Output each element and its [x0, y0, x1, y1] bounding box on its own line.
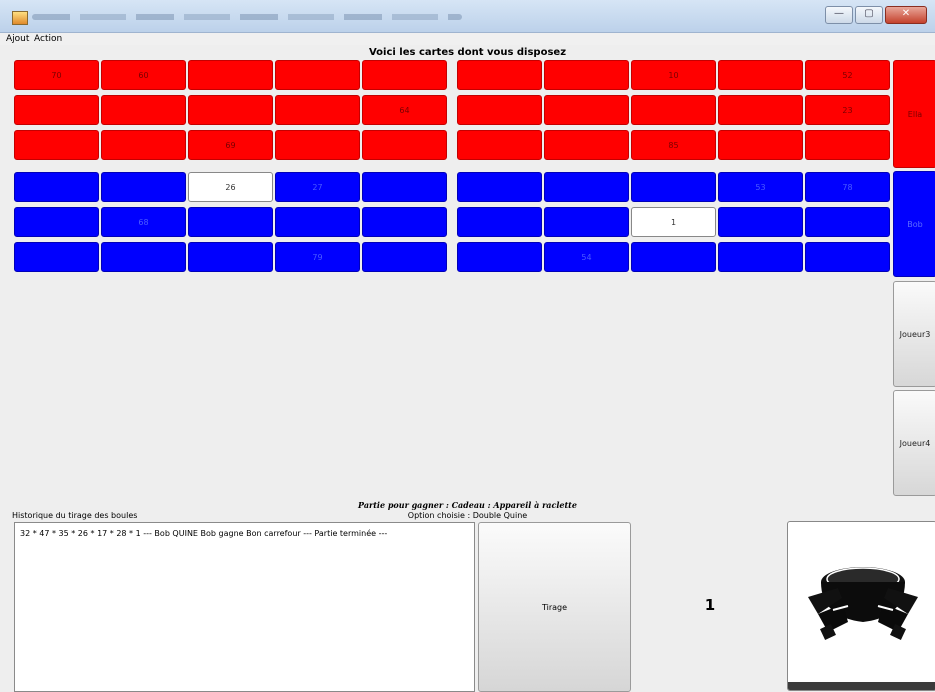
card-cell[interactable] — [101, 130, 186, 160]
card-cell[interactable] — [457, 242, 542, 272]
card-cell[interactable] — [275, 130, 360, 160]
menu-ajout[interactable]: Ajout — [6, 34, 29, 44]
card-cell[interactable]: 1 — [631, 207, 716, 237]
partie-label: Partie pour gagner : Cadeau : Appareil à… — [358, 500, 577, 510]
card-cell[interactable] — [631, 172, 716, 202]
card-cell[interactable] — [362, 130, 447, 160]
history-textarea[interactable]: 32 * 47 * 35 * 26 * 17 * 28 * 1 --- Bob … — [14, 522, 475, 692]
card-cell[interactable] — [14, 95, 99, 125]
window-controls: — ▢ ✕ — [825, 6, 927, 24]
card-cell[interactable] — [188, 60, 273, 90]
card-cell[interactable] — [544, 95, 629, 125]
card-cell[interactable] — [275, 207, 360, 237]
last-draw-number: 1 — [704, 596, 716, 614]
card-cell[interactable]: 68 — [101, 207, 186, 237]
tirage-label: Tirage — [541, 602, 568, 612]
board-title: Voici les cartes dont vous disposez — [368, 47, 567, 58]
card-cell[interactable] — [457, 95, 542, 125]
card-cell[interactable] — [631, 242, 716, 272]
menu-action[interactable]: Action — [34, 34, 62, 44]
card-cell[interactable] — [101, 172, 186, 202]
card-cell[interactable] — [457, 172, 542, 202]
card-cell[interactable] — [362, 172, 447, 202]
card-cell[interactable] — [457, 60, 542, 90]
card-cell[interactable] — [457, 207, 542, 237]
card-cell[interactable]: 70 — [14, 60, 99, 90]
card-cell[interactable] — [188, 242, 273, 272]
card-cell[interactable] — [14, 172, 99, 202]
card-cell[interactable] — [718, 130, 803, 160]
card-cell[interactable]: 79 — [275, 242, 360, 272]
card-cell[interactable]: 54 — [544, 242, 629, 272]
card-cell[interactable] — [805, 130, 890, 160]
player-button-0[interactable]: Ella — [893, 60, 935, 168]
card-cell[interactable] — [718, 95, 803, 125]
card-cell[interactable] — [362, 60, 447, 90]
card-cell[interactable]: 64 — [362, 95, 447, 125]
tirage-button[interactable]: Tirage — [478, 522, 631, 692]
card-cell[interactable]: 10 — [631, 60, 716, 90]
window-titlebar: — ▢ ✕ — [0, 0, 935, 33]
card-cell[interactable] — [805, 242, 890, 272]
card-cell[interactable]: 85 — [631, 130, 716, 160]
card-cell[interactable] — [362, 207, 447, 237]
card-cell[interactable] — [805, 207, 890, 237]
java-app-icon — [12, 11, 28, 25]
card-cell[interactable]: 53 — [718, 172, 803, 202]
player-button-2[interactable]: Joueur3 — [893, 281, 935, 387]
card-cell[interactable]: 27 — [275, 172, 360, 202]
card-cell[interactable] — [101, 95, 186, 125]
player-button-3[interactable]: Joueur4 — [893, 390, 935, 496]
option-label: Option choisie : Double Quine — [407, 511, 528, 520]
maximize-button[interactable]: ▢ — [855, 6, 883, 24]
card-cell[interactable] — [275, 95, 360, 125]
card-cell[interactable]: 78 — [805, 172, 890, 202]
card-cell[interactable]: 26 — [188, 172, 273, 202]
card-cell[interactable] — [14, 130, 99, 160]
card-cell[interactable] — [188, 95, 273, 125]
card-cell[interactable] — [718, 242, 803, 272]
card-cell[interactable]: 69 — [188, 130, 273, 160]
player-button-1[interactable]: Bob — [893, 171, 935, 277]
watermark-stripe — [788, 682, 935, 690]
window-title-blurred — [32, 14, 462, 20]
card-cell[interactable]: 52 — [805, 60, 890, 90]
card-cell[interactable]: 60 — [101, 60, 186, 90]
card-cell[interactable] — [631, 95, 716, 125]
card-cell[interactable] — [718, 60, 803, 90]
minimize-button[interactable]: — — [825, 6, 853, 24]
menu-bar: Ajout Action — [0, 33, 935, 45]
card-cell[interactable] — [14, 207, 99, 237]
raclette-grill-icon — [808, 567, 918, 640]
card-cell[interactable] — [362, 242, 447, 272]
card-cell[interactable] — [457, 130, 542, 160]
card-cell[interactable] — [101, 242, 186, 272]
card-cell[interactable] — [544, 207, 629, 237]
card-cell[interactable] — [544, 172, 629, 202]
card-cell[interactable] — [14, 242, 99, 272]
history-label: Historique du tirage des boules — [12, 511, 138, 520]
close-button[interactable]: ✕ — [885, 6, 927, 24]
card-cell[interactable]: 23 — [805, 95, 890, 125]
card-cell[interactable] — [544, 60, 629, 90]
card-cell[interactable] — [718, 207, 803, 237]
card-cell[interactable] — [544, 130, 629, 160]
prize-image — [787, 521, 935, 691]
card-cell[interactable] — [275, 60, 360, 90]
card-cell[interactable] — [188, 207, 273, 237]
